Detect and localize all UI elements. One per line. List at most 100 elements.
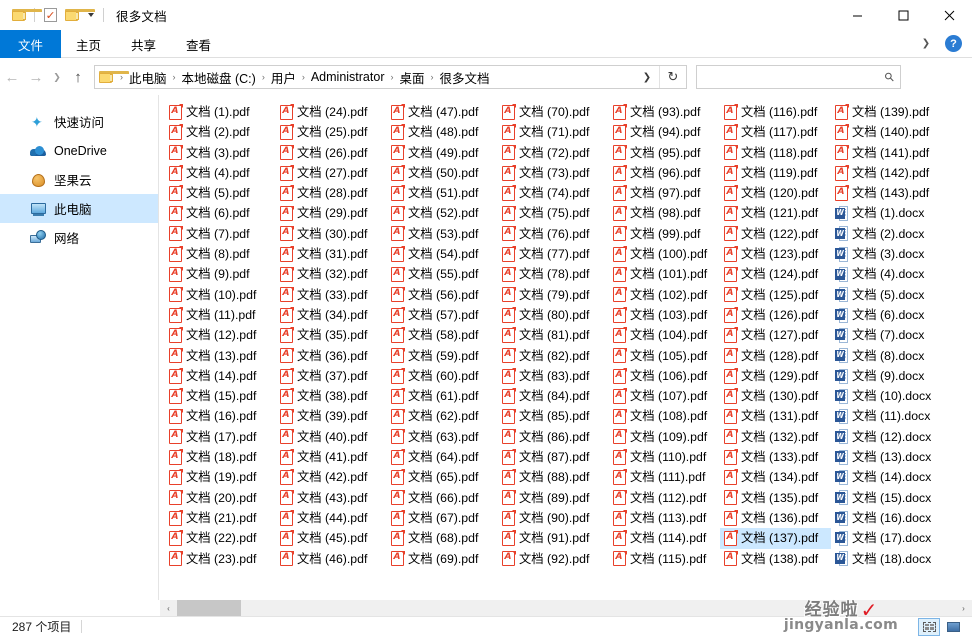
file-list-item[interactable]: A 文档 (124).pdf — [720, 264, 831, 284]
file-list-item[interactable]: A 文档 (100).pdf — [609, 244, 720, 264]
file-list-item[interactable]: A 文档 (120).pdf — [720, 183, 831, 203]
properties-check-icon[interactable]: ✓ — [39, 4, 61, 26]
file-list-item[interactable]: A 文档 (94).pdf — [609, 122, 720, 142]
file-list-item[interactable]: A 文档 (56).pdf — [387, 285, 498, 305]
file-list-item[interactable]: A 文档 (133).pdf — [720, 447, 831, 467]
file-list-item[interactable]: A 文档 (134).pdf — [720, 467, 831, 487]
file-list-item[interactable]: W 文档 (9).docx — [831, 366, 942, 386]
file-list-item[interactable]: W 文档 (17).docx — [831, 528, 942, 548]
tab-home[interactable]: 主页 — [61, 30, 116, 58]
scrollbar-track[interactable] — [177, 600, 955, 616]
file-list-item[interactable]: W 文档 (11).docx — [831, 406, 942, 426]
scroll-left-arrow-icon[interactable]: ‹ — [160, 600, 177, 616]
file-list-item[interactable]: A 文档 (9).pdf — [165, 264, 276, 284]
file-list-item[interactable]: A 文档 (25).pdf — [276, 122, 387, 142]
file-list-item[interactable]: A 文档 (128).pdf — [720, 346, 831, 366]
file-list-item[interactable]: W 文档 (1).docx — [831, 203, 942, 223]
file-list-item[interactable]: A 文档 (102).pdf — [609, 285, 720, 305]
file-list-item[interactable]: A 文档 (63).pdf — [387, 427, 498, 447]
file-list-item[interactable]: A 文档 (41).pdf — [276, 447, 387, 467]
sidebar-item-onedrive[interactable]: OneDrive — [0, 136, 158, 165]
file-list-item[interactable]: A 文档 (16).pdf — [165, 406, 276, 426]
file-list-item[interactable]: A 文档 (50).pdf — [387, 163, 498, 183]
file-list-item[interactable]: A 文档 (31).pdf — [276, 244, 387, 264]
qat-dropdown-icon[interactable] — [83, 4, 99, 26]
breadcrumb-item-5[interactable]: 很多文档 — [436, 66, 494, 89]
file-list-item[interactable]: A 文档 (35).pdf — [276, 325, 387, 345]
sidebar-item-this-pc[interactable]: 此电脑 — [0, 194, 158, 223]
file-list-item[interactable]: A 文档 (97).pdf — [609, 183, 720, 203]
file-list-item[interactable]: A 文档 (131).pdf — [720, 406, 831, 426]
file-list-item[interactable]: A 文档 (60).pdf — [387, 366, 498, 386]
chevron-down-icon[interactable]: ❯ — [915, 33, 937, 55]
file-list-item[interactable]: A 文档 (110).pdf — [609, 447, 720, 467]
file-list-item[interactable]: A 文档 (27).pdf — [276, 163, 387, 183]
file-list-item[interactable]: A 文档 (71).pdf — [498, 122, 609, 142]
file-list-item[interactable]: A 文档 (76).pdf — [498, 224, 609, 244]
file-list-item[interactable]: W 文档 (8).docx — [831, 346, 942, 366]
file-list-item[interactable]: A 文档 (86).pdf — [498, 427, 609, 447]
breadcrumb-item-0[interactable]: 此电脑 — [125, 66, 171, 89]
file-list-item[interactable]: A 文档 (109).pdf — [609, 427, 720, 447]
file-list-item[interactable]: A 文档 (36).pdf — [276, 346, 387, 366]
file-list-item[interactable]: A 文档 (22).pdf — [165, 528, 276, 548]
file-list-item[interactable]: A 文档 (123).pdf — [720, 244, 831, 264]
details-view-icon[interactable] — [942, 618, 964, 636]
minimize-button[interactable] — [834, 0, 880, 30]
file-list-item[interactable]: W 文档 (2).docx — [831, 224, 942, 244]
sidebar-item-quick-access[interactable]: ✦ 快速访问 — [0, 107, 158, 136]
maximize-button[interactable] — [880, 0, 926, 30]
file-list-item[interactable]: A 文档 (19).pdf — [165, 467, 276, 487]
file-list-item[interactable]: A 文档 (84).pdf — [498, 386, 609, 406]
file-list-item[interactable]: A 文档 (26).pdf — [276, 143, 387, 163]
file-list-item[interactable]: A 文档 (88).pdf — [498, 467, 609, 487]
file-list-item[interactable]: A 文档 (119).pdf — [720, 163, 831, 183]
file-list-item[interactable]: A 文档 (66).pdf — [387, 488, 498, 508]
file-list-item[interactable]: A 文档 (57).pdf — [387, 305, 498, 325]
file-list-item[interactable]: A 文档 (52).pdf — [387, 203, 498, 223]
file-list-item[interactable]: A 文档 (69).pdf — [387, 549, 498, 569]
file-list-item[interactable]: A 文档 (91).pdf — [498, 528, 609, 548]
file-list-item[interactable]: A 文档 (108).pdf — [609, 406, 720, 426]
file-list-item[interactable]: A 文档 (132).pdf — [720, 427, 831, 447]
file-list-item[interactable]: A 文档 (46).pdf — [276, 549, 387, 569]
file-list-item[interactable]: W 文档 (18).docx — [831, 549, 942, 569]
breadcrumb-item-3[interactable]: Administrator — [307, 68, 389, 86]
file-list-item[interactable]: W 文档 (14).docx — [831, 467, 942, 487]
file-list-item[interactable]: A 文档 (125).pdf — [720, 285, 831, 305]
recent-locations-icon[interactable]: ❯ — [48, 64, 66, 90]
file-list-item[interactable]: A 文档 (107).pdf — [609, 386, 720, 406]
file-list-item[interactable]: A 文档 (43).pdf — [276, 488, 387, 508]
tab-share[interactable]: 共享 — [116, 30, 171, 58]
file-list-item[interactable]: W 文档 (10).docx — [831, 386, 942, 406]
file-list-item[interactable]: A 文档 (121).pdf — [720, 203, 831, 223]
file-list-item[interactable]: A 文档 (143).pdf — [831, 183, 942, 203]
file-list-item[interactable]: A 文档 (37).pdf — [276, 366, 387, 386]
file-list-item[interactable]: A 文档 (24).pdf — [276, 102, 387, 122]
file-list-item[interactable]: A 文档 (115).pdf — [609, 549, 720, 569]
file-list-item[interactable]: A 文档 (118).pdf — [720, 143, 831, 163]
file-list-item[interactable]: A 文档 (29).pdf — [276, 203, 387, 223]
file-list-item[interactable]: W 文档 (15).docx — [831, 488, 942, 508]
tiles-view-icon[interactable] — [918, 617, 940, 636]
file-list-item[interactable]: A 文档 (101).pdf — [609, 264, 720, 284]
scrollbar-thumb[interactable] — [177, 600, 241, 616]
forward-button[interactable]: → — [24, 64, 48, 90]
file-list-item[interactable]: A 文档 (111).pdf — [609, 467, 720, 487]
search-box[interactable]: ⚲ — [696, 65, 901, 89]
file-list-item[interactable]: A 文档 (12).pdf — [165, 325, 276, 345]
file-list-pane[interactable]: A 文档 (1).pdf A 文档 (2).pdf A 文档 (3).pdf A 文档 (4)… — [159, 95, 972, 600]
file-list-item[interactable]: A 文档 (137).pdf — [720, 528, 831, 549]
file-list-item[interactable]: A 文档 (135).pdf — [720, 488, 831, 508]
breadcrumb-item-1[interactable]: 本地磁盘 (C:) — [178, 66, 260, 89]
file-list-item[interactable]: A 文档 (98).pdf — [609, 203, 720, 223]
file-list-item[interactable]: A 文档 (117).pdf — [720, 122, 831, 142]
file-list-item[interactable]: A 文档 (62).pdf — [387, 406, 498, 426]
file-list-item[interactable]: A 文档 (48).pdf — [387, 122, 498, 142]
file-list-item[interactable]: A 文档 (51).pdf — [387, 183, 498, 203]
search-input[interactable] — [703, 70, 886, 84]
file-list-item[interactable]: A 文档 (126).pdf — [720, 305, 831, 325]
file-list-item[interactable]: A 文档 (72).pdf — [498, 143, 609, 163]
file-list-item[interactable]: A 文档 (55).pdf — [387, 264, 498, 284]
file-list-item[interactable]: A 文档 (79).pdf — [498, 285, 609, 305]
